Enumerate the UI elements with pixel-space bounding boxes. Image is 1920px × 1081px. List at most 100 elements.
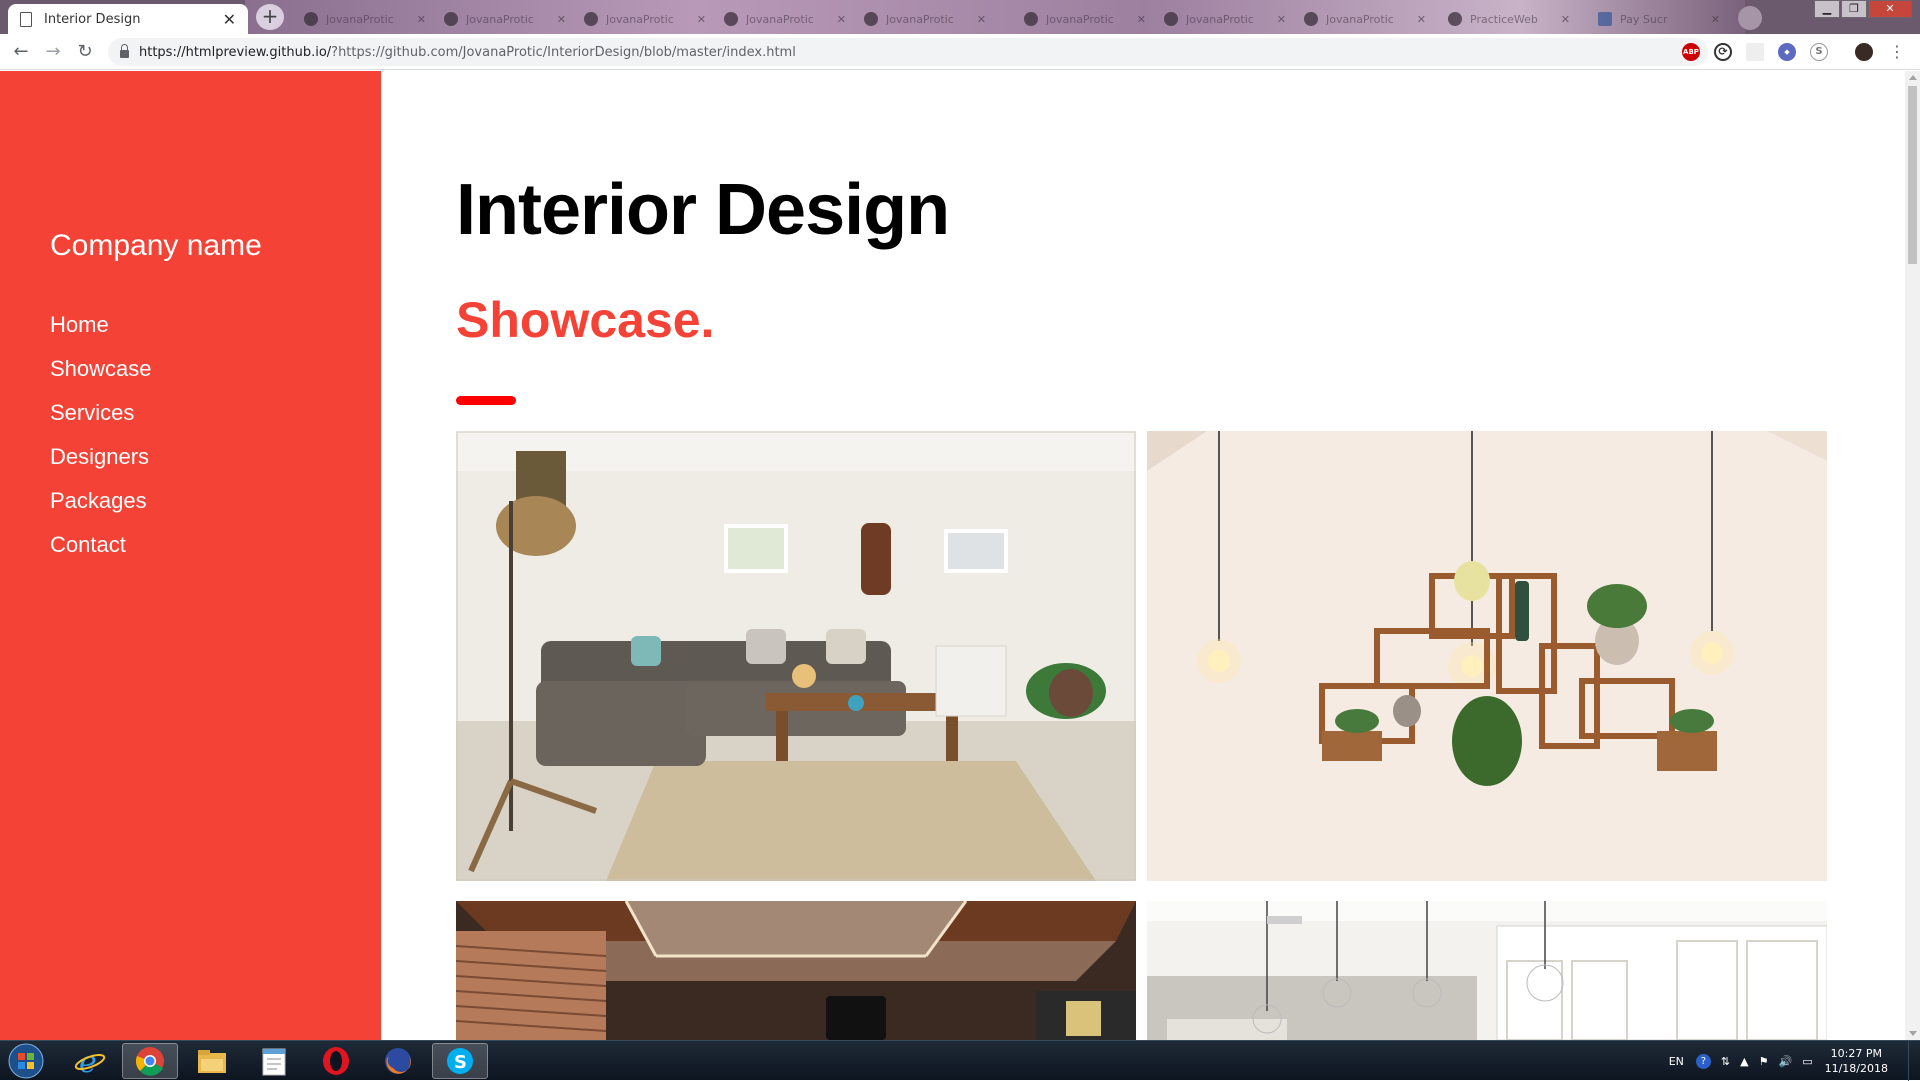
tab-title: PracticeWeb — [1470, 12, 1538, 26]
scroll-down-icon[interactable] — [1909, 1031, 1917, 1036]
reload-icon[interactable]: ↻ — [74, 41, 96, 63]
help-icon[interactable]: ? — [1695, 1053, 1711, 1069]
minimize-button[interactable]: ▁ — [1814, 0, 1840, 18]
facebook-icon — [1598, 12, 1612, 26]
scrollbar-thumb[interactable] — [1908, 86, 1917, 264]
show-desktop-button[interactable] — [1908, 1041, 1920, 1081]
internet-explorer-icon[interactable]: e — [62, 1043, 118, 1079]
tab-active[interactable]: Interior Design ✕ — [8, 4, 248, 34]
tab-title: Interior Design — [44, 11, 141, 27]
close-tab-icon[interactable]: ✕ — [697, 13, 706, 26]
close-tab-icon[interactable]: ✕ — [1711, 13, 1720, 26]
github-icon — [444, 12, 458, 26]
clock-time: 10:27 PM — [1830, 1047, 1882, 1060]
close-tab-icon[interactable]: ✕ — [837, 13, 846, 26]
tab-background[interactable]: JovanaProtic ✕ — [296, 8, 434, 30]
nav-link-showcase[interactable]: Showcase — [50, 347, 152, 391]
sidebar-nav: Home Showcase Services Designers Package… — [50, 303, 152, 567]
nav-link-contact[interactable]: Contact — [50, 523, 152, 567]
tab-background[interactable]: PracticeWeb ✕ — [1440, 8, 1578, 30]
skype-icon[interactable]: S — [432, 1043, 488, 1079]
scroll-up-icon[interactable] — [1909, 75, 1917, 80]
close-tab-icon[interactable]: ✕ — [1561, 13, 1570, 26]
close-tab-icon[interactable]: ✕ — [1137, 13, 1146, 26]
forward-icon[interactable]: → — [42, 41, 64, 63]
browser-toolbar: ← → ↻ https://htmlpreview.github.io/?htt… — [0, 34, 1920, 70]
tab-title: Pay Sucr — [1620, 12, 1668, 26]
tab-title: JovanaProtic — [1326, 12, 1394, 26]
nav-link-packages[interactable]: Packages — [50, 479, 152, 523]
display-icon[interactable]: ▭ — [1802, 1055, 1812, 1068]
page-icon — [20, 11, 32, 27]
start-orb-icon[interactable] — [0, 1043, 52, 1079]
skype-icon[interactable]: S — [1810, 43, 1828, 61]
close-tab-icon[interactable]: ✕ — [1277, 13, 1286, 26]
company-name[interactable]: Company name — [50, 229, 262, 263]
shield-icon[interactable]: ◆ — [1778, 43, 1796, 61]
tab-background[interactable]: JovanaProtic ✕ — [576, 8, 714, 30]
file-explorer-icon[interactable] — [184, 1043, 240, 1079]
close-tab-icon[interactable]: ✕ — [417, 13, 426, 26]
sidebar: Company name Home Showcase Services Desi… — [0, 71, 381, 1040]
clock-date: 11/18/2018 — [1824, 1062, 1888, 1075]
tab-title: JovanaProtic — [1046, 12, 1114, 26]
url-path: ?https://github.com/JovanaProtic/Interio… — [331, 44, 796, 60]
browser-tab-strip: Interior Design ✕ + JovanaProtic ✕ Jovana… — [0, 0, 1920, 34]
clock[interactable]: 10:27 PM 11/18/2018 — [1825, 1046, 1888, 1076]
tab-title: JovanaProtic — [466, 12, 534, 26]
nav-link-services[interactable]: Services — [50, 391, 152, 435]
showcase-image-living-room[interactable] — [456, 431, 1136, 881]
system-tray: EN ? ⇅ ▲ ⚑ 🔊 ▭ 10:27 PM 11/18/2018 — [1669, 1041, 1920, 1081]
tab-background[interactable]: JovanaProtic ✕ — [1016, 8, 1154, 30]
showcase-image-dark-interior[interactable] — [456, 901, 1136, 1040]
github-icon — [864, 12, 878, 26]
github-icon — [1164, 12, 1178, 26]
flag-icon[interactable]: ⚑ — [1759, 1055, 1769, 1068]
url-text[interactable]: https://htmlpreview.github.io/?https://g… — [139, 45, 796, 60]
showcase-image-wall-shelves[interactable] — [1147, 431, 1827, 881]
language-indicator[interactable]: EN — [1669, 1055, 1684, 1068]
new-tab-button[interactable]: + — [256, 4, 284, 30]
close-tab-icon[interactable]: ✕ — [557, 13, 566, 26]
opera-icon[interactable] — [308, 1043, 364, 1079]
tab-title: JovanaProtic — [1186, 12, 1254, 26]
tab-background[interactable]: JovanaProtic ✕ — [436, 8, 574, 30]
showcase-image-white-kitchen[interactable] — [1147, 901, 1827, 1040]
chrome-icon[interactable] — [122, 1043, 178, 1079]
restore-button[interactable]: ❐ — [1841, 0, 1867, 18]
github-icon — [1024, 12, 1038, 26]
close-tab-icon[interactable]: ✕ — [977, 13, 986, 26]
sync-icon[interactable]: ⟳ — [1714, 43, 1732, 61]
tab-background[interactable]: JovanaProtic ✕ — [716, 8, 854, 30]
tab-title: JovanaProtic — [326, 12, 394, 26]
adblock-icon[interactable]: ABP — [1682, 43, 1700, 61]
back-icon[interactable]: ← — [10, 41, 32, 63]
avatar[interactable] — [1855, 43, 1873, 61]
section-title: Showcase. — [456, 292, 715, 348]
nav-link-home[interactable]: Home — [50, 303, 152, 347]
github-icon — [584, 12, 598, 26]
title-underline — [456, 396, 516, 405]
menu-icon[interactable]: ⋮ — [1886, 41, 1908, 63]
web-page: Company name Home Showcase Services Desi… — [0, 71, 1905, 1040]
new-tab-button[interactable] — [1738, 6, 1762, 30]
firefox-icon[interactable] — [370, 1043, 426, 1079]
tab-background[interactable]: JovanaProtic ✕ — [856, 8, 994, 30]
network-icon[interactable]: ⇅ — [1721, 1055, 1730, 1068]
tab-title: JovanaProtic — [606, 12, 674, 26]
page-title: Interior Design — [456, 170, 950, 250]
page-scrollbar[interactable] — [1905, 71, 1920, 1040]
tab-background[interactable]: JovanaProtic ✕ — [1156, 8, 1294, 30]
tab-background[interactable]: Pay Sucr ✕ — [1590, 8, 1728, 30]
close-tab-icon[interactable]: ✕ — [1417, 13, 1426, 26]
show-hidden-icons-icon[interactable]: ▲ — [1740, 1055, 1748, 1068]
address-bar[interactable]: https://htmlpreview.github.io/?https://g… — [108, 38, 1708, 66]
close-tab-icon[interactable]: ✕ — [223, 10, 236, 29]
nav-link-designers[interactable]: Designers — [50, 435, 152, 479]
notepad-icon[interactable] — [246, 1043, 302, 1079]
close-window-button[interactable]: ✕ — [1868, 0, 1912, 18]
volume-icon[interactable]: 🔊 — [1778, 1055, 1792, 1068]
tab-background[interactable]: JovanaProtic ✕ — [1296, 8, 1434, 30]
lock-icon — [120, 44, 129, 58]
extension-icon[interactable] — [1746, 43, 1764, 61]
